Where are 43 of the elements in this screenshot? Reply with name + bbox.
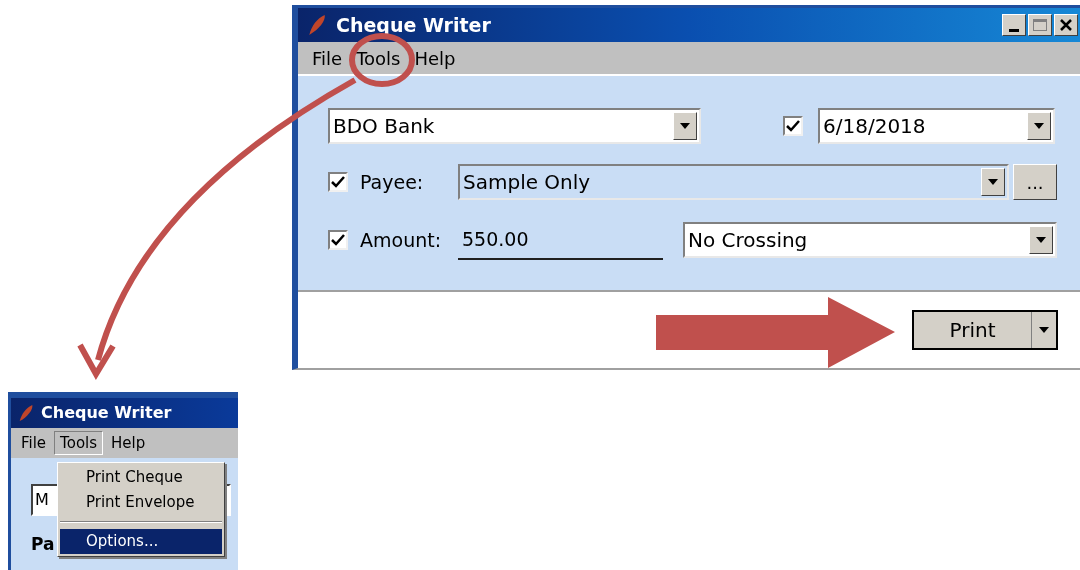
browse-button[interactable]: ... — [1013, 164, 1057, 200]
checkbox[interactable] — [783, 116, 803, 136]
caret-icon — [1034, 123, 1044, 129]
payee-label: Payee: — [360, 169, 425, 195]
caret-icon — [988, 179, 998, 185]
crossing-dropdown[interactable]: No Crossing — [683, 222, 1057, 258]
bank-dropdown[interactable]: BDO Bank — [328, 108, 701, 144]
close-icon — [1059, 19, 1073, 31]
menu-option[interactable]: Print Cheque — [60, 465, 222, 490]
menu-item[interactable]: Help — [105, 430, 152, 456]
checkmark-icon — [331, 176, 345, 188]
checkbox[interactable] — [328, 230, 348, 250]
menu-item[interactable]: Tools — [350, 44, 407, 72]
window-title: Cheque Writer — [336, 12, 492, 38]
checkbox[interactable] — [328, 172, 348, 192]
checkmark-icon — [786, 120, 800, 132]
dropdown-button[interactable] — [981, 168, 1005, 196]
feather-icon — [306, 14, 328, 36]
caret-icon — [1036, 237, 1046, 243]
caret-icon — [680, 123, 690, 129]
menu-item[interactable]: Tools — [54, 430, 104, 456]
feather-icon — [17, 404, 35, 422]
caret-icon — [1039, 327, 1049, 333]
maximize-button[interactable] — [1028, 14, 1052, 36]
payee-label: Pa — [31, 533, 55, 556]
checkmark-icon — [331, 234, 345, 246]
menu-item[interactable]: File — [306, 44, 349, 72]
close-button[interactable] — [1054, 14, 1078, 36]
dropdown-button[interactable] — [1027, 112, 1051, 140]
menu-item[interactable]: Help — [408, 44, 462, 72]
menu-option[interactable]: Options... — [60, 529, 222, 554]
minimize-button[interactable] — [1002, 14, 1026, 36]
dropdown-button[interactable] — [1029, 226, 1053, 254]
amount-field[interactable]: 550.00 — [458, 220, 663, 260]
payee-dropdown[interactable]: Sample Only — [458, 164, 1009, 200]
menu-option[interactable]: Print Envelope — [60, 490, 222, 515]
highlight-circle — [349, 33, 415, 87]
window-title: Cheque Writer — [41, 402, 172, 424]
print-button[interactable]: Print — [912, 310, 1058, 350]
menu-item[interactable]: File — [15, 430, 53, 456]
date-dropdown[interactable]: 6/18/2018 — [818, 108, 1055, 144]
dropdown-button[interactable] — [673, 112, 697, 140]
amount-label: Amount: — [360, 227, 443, 253]
